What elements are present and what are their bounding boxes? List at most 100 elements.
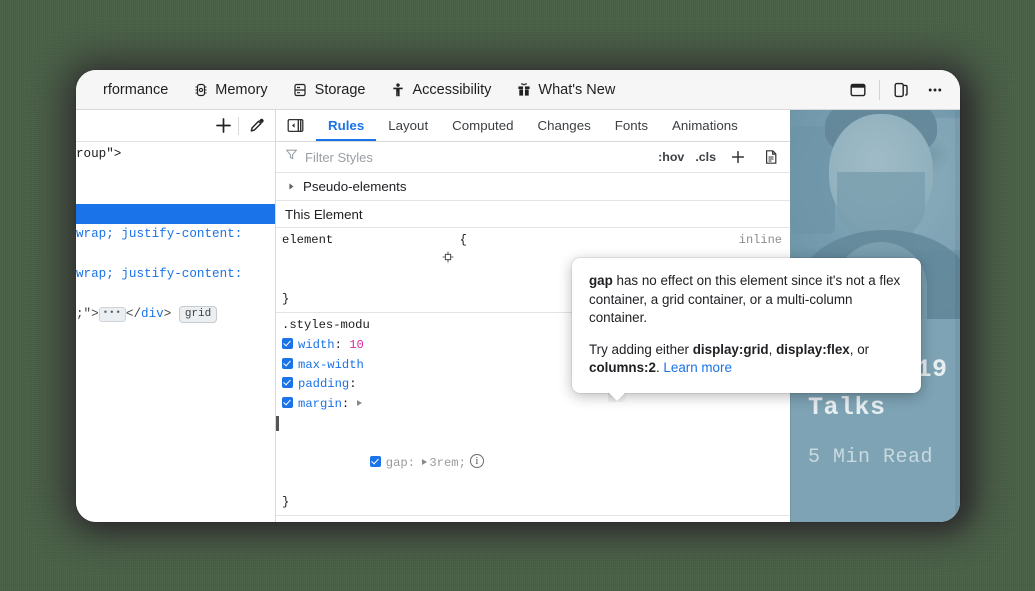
add-node-icon[interactable] bbox=[208, 111, 238, 141]
devtools-body: roup"> wrap; justify-content: wrap; just… bbox=[76, 110, 960, 522]
memory-chip-icon bbox=[192, 81, 209, 98]
tab-label: Fonts bbox=[614, 118, 649, 133]
property-name[interactable]: gap bbox=[386, 456, 408, 470]
elements-dom-pane: roup"> wrap; justify-content: wrap; just… bbox=[76, 110, 276, 522]
plus-icon[interactable] bbox=[725, 144, 751, 170]
funnel-filter-icon bbox=[285, 148, 298, 166]
dom-row-text: wrap; justify-content: bbox=[76, 267, 243, 281]
storage-database-icon bbox=[292, 81, 309, 98]
panel-tab-label: What's New bbox=[538, 81, 616, 98]
tab-label: Layout bbox=[388, 118, 429, 133]
more-options-icon[interactable] bbox=[918, 70, 952, 109]
dom-row-blank bbox=[76, 184, 275, 204]
tooltip-suggestion-flex: display:flex bbox=[776, 341, 850, 357]
pseudo-elements-section[interactable]: Pseudo-elements bbox=[276, 173, 790, 201]
rule-origin[interactable]: inline bbox=[739, 231, 782, 251]
grid-layout-badge-icon[interactable] bbox=[434, 519, 548, 522]
hov-toggle[interactable]: :hov bbox=[656, 150, 686, 164]
accessibility-person-icon bbox=[389, 81, 406, 98]
property-name[interactable]: max-width bbox=[298, 358, 364, 372]
preview-scrollbar[interactable] bbox=[955, 110, 960, 522]
expand-shorthand-icon[interactable] bbox=[356, 399, 362, 406]
declaration-checkbox[interactable] bbox=[282, 357, 293, 369]
dom-row[interactable]: wrap; justify-content: bbox=[76, 224, 275, 244]
dom-row[interactable]: wrap; justify-content: bbox=[76, 264, 275, 284]
tab-layout[interactable]: Layout bbox=[376, 110, 440, 141]
rule-origin[interactable]: inline:1 bbox=[724, 519, 782, 522]
property-value[interactable]: 10 bbox=[349, 338, 364, 352]
rule-selector-row: *, ::after, ::before { inline:1 bbox=[276, 519, 790, 522]
declaration-checkbox[interactable] bbox=[282, 396, 293, 408]
tooltip-suggestion-columns: columns:2 bbox=[589, 360, 656, 375]
tooltip-paragraph-2: Try adding either display:grid, display:… bbox=[589, 341, 904, 378]
panel-tab-accessibility[interactable]: Accessibility bbox=[377, 70, 503, 109]
dom-row-selected[interactable] bbox=[76, 204, 275, 224]
declaration-checkbox[interactable] bbox=[282, 377, 293, 389]
tab-animations[interactable]: Animations bbox=[660, 110, 750, 141]
declaration-checkbox[interactable] bbox=[369, 455, 381, 467]
tooltip-arrow bbox=[608, 392, 626, 402]
tooltip-suggestion-lead: Try adding either bbox=[589, 341, 693, 357]
eyedropper-icon[interactable] bbox=[241, 111, 271, 141]
this-element-text: This Element bbox=[285, 206, 363, 222]
tooltip-suggestion-grid: display:grid bbox=[692, 341, 769, 357]
modified-marker bbox=[276, 416, 279, 432]
tooltip-sep: , or bbox=[849, 341, 870, 357]
styles-tab-strip: Rules Layout Computed Changes Fonts Anim… bbox=[276, 110, 790, 142]
tab-rules[interactable]: Rules bbox=[316, 110, 376, 141]
panel-tab-label: Memory bbox=[215, 81, 268, 98]
styles-pane: Rules Layout Computed Changes Fonts Anim… bbox=[276, 110, 921, 522]
dom-row-text: wrap; justify-content: bbox=[76, 227, 243, 241]
chevron-right-icon bbox=[287, 179, 296, 194]
devtools-window: rformance Memory Storage Accessibility W… bbox=[76, 70, 960, 522]
dom-row[interactable]: roup"> bbox=[76, 144, 275, 164]
declaration-margin[interactable]: margin: bbox=[276, 395, 790, 415]
new-stylesheet-icon[interactable] bbox=[758, 144, 784, 170]
panel-tab-performance[interactable]: rformance bbox=[76, 70, 180, 109]
panel-tab-label: Storage bbox=[314, 81, 366, 98]
panel-collapse-icon[interactable] bbox=[282, 113, 308, 139]
gap-no-effect-tooltip: gap has no effect on this element since … bbox=[572, 258, 921, 393]
dom-closing-prefix: ;"> bbox=[76, 307, 99, 321]
property-value[interactable]: 3rem; bbox=[429, 456, 466, 470]
dom-tree[interactable]: roup"> wrap; justify-content: wrap; just… bbox=[76, 142, 275, 522]
grid-layout-badge-icon[interactable] bbox=[339, 231, 454, 290]
tooltip-sep: , bbox=[768, 341, 777, 357]
collapsed-children-icon[interactable]: ••• bbox=[98, 307, 126, 322]
dock-layout-icon[interactable] bbox=[841, 70, 875, 109]
property-name[interactable]: padding bbox=[298, 377, 349, 391]
filter-styles-input[interactable]: Filter Styles bbox=[305, 150, 649, 165]
expand-shorthand-icon[interactable] bbox=[422, 458, 428, 465]
tab-label: Animations bbox=[672, 118, 738, 133]
gift-box-icon bbox=[515, 81, 532, 98]
device-toolbar-icon[interactable] bbox=[884, 70, 918, 109]
dom-row-text: roup"> bbox=[76, 147, 122, 161]
pseudo-elements-label: Pseudo-elements bbox=[303, 179, 407, 194]
card-subtitle: 5 Min Read bbox=[808, 446, 934, 469]
tab-label: Rules bbox=[328, 118, 365, 133]
css-rule-universal[interactable]: *, ::after, ::before { inline:1 box-sizi… bbox=[276, 516, 790, 522]
dom-row-closing[interactable]: ;"> ••• </div> grid bbox=[76, 304, 275, 324]
rule-selector[interactable]: .styles-modu bbox=[282, 316, 370, 336]
cls-toggle[interactable]: .cls bbox=[693, 150, 718, 164]
learn-more-link[interactable]: Learn more bbox=[663, 360, 731, 375]
panel-tab-label: rformance bbox=[103, 81, 169, 98]
tooltip-paragraph-1: gap has no effect on this element since … bbox=[589, 272, 904, 328]
tab-computed[interactable]: Computed bbox=[440, 110, 525, 141]
tab-changes[interactable]: Changes bbox=[526, 110, 603, 141]
info-icon[interactable] bbox=[469, 452, 484, 471]
property-name[interactable]: width bbox=[298, 338, 335, 352]
property-name[interactable]: margin bbox=[298, 397, 342, 411]
panel-tab-storage[interactable]: Storage bbox=[280, 70, 378, 109]
declaration-gap[interactable]: gap: 3rem; bbox=[276, 414, 790, 492]
grid-badge[interactable]: grid bbox=[178, 306, 218, 323]
rule-selector: element bbox=[282, 233, 334, 247]
rule-selector[interactable]: *, ::after, ::before bbox=[282, 519, 428, 522]
tooltip-text: has no effect on this element since it's… bbox=[589, 273, 901, 325]
elements-toolbar bbox=[76, 110, 275, 142]
panel-tab-memory[interactable]: Memory bbox=[180, 70, 279, 109]
tab-fonts[interactable]: Fonts bbox=[603, 110, 660, 141]
panel-tab-whats-new[interactable]: What's New bbox=[503, 70, 627, 109]
panel-tab-label: Accessibility bbox=[412, 81, 492, 98]
declaration-checkbox[interactable] bbox=[282, 337, 293, 349]
